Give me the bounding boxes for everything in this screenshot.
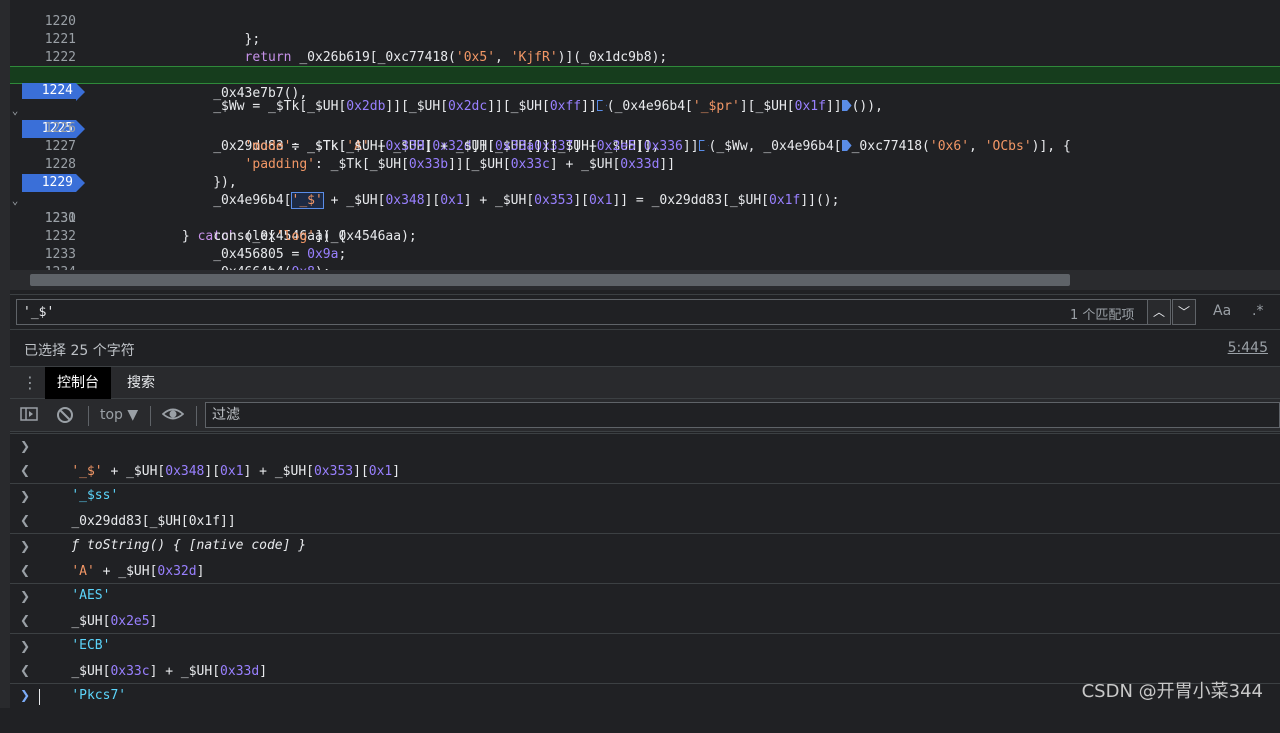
previous-match-button[interactable]: ︿: [1147, 299, 1171, 325]
input-chevron-icon: ❯: [20, 589, 31, 603]
input-chevron-icon: ❯: [20, 539, 31, 553]
console-result-row[interactable]: ❮ 'AES': [10, 558, 1280, 603]
result-arrow-icon: ❮: [20, 513, 31, 527]
toolbar-divider: [150, 406, 151, 426]
input-chevron-icon: ❯: [20, 639, 31, 653]
match-count: 1 个匹配项: [1070, 308, 1135, 323]
dropdown-arrow-icon: ▼: [127, 407, 139, 423]
context-selector[interactable]: top ▼: [100, 407, 138, 423]
context-label: top: [100, 407, 123, 423]
next-match-button[interactable]: ﹀: [1172, 299, 1196, 325]
source-search-bar: 1 个匹配项 ︿ ﹀ Aa .*: [10, 294, 1280, 328]
left-gutter-strip: [0, 0, 10, 708]
toolbar-divider: [88, 406, 89, 426]
console-input-row[interactable]: ❯ _$UH[0x2e5]: [10, 583, 1280, 629]
clear-console-icon[interactable]: [56, 406, 74, 428]
code-line[interactable]: 1222 });: [10, 31, 1280, 83]
prompt-chevron-icon: ❯: [20, 688, 31, 702]
code-line[interactable]: 1228 }),: [10, 138, 1280, 190]
filter-input[interactable]: [205, 402, 1280, 428]
watermark: CSDN @开胃小菜344: [1081, 681, 1263, 702]
chevron-up-icon: ︿: [1152, 305, 1165, 319]
input-chevron-icon: ❯: [20, 439, 31, 453]
console-toolbar: top ▼: [10, 399, 1280, 432]
code-line[interactable]: 1227 'padding': _$Tk[_$UH[0x33b]][_$UH[0…: [10, 120, 1280, 172]
editor-horizontal-scrollbar[interactable]: [10, 270, 1280, 290]
more-options-icon[interactable]: ⋮: [22, 373, 38, 392]
console-panel[interactable]: ❯ '_$' + _$UH[0x348][0x1] + _$UH[0x353][0…: [10, 433, 1280, 708]
input-chevron-icon: ❯: [20, 489, 31, 503]
code-line[interactable]: 1220 };: [10, 0, 1280, 47]
result-arrow-icon: ❮: [20, 663, 31, 677]
result-arrow-icon: ❮: [20, 563, 31, 577]
tab-search[interactable]: 搜索: [115, 367, 167, 399]
match-case-button[interactable]: Aa: [1213, 303, 1231, 319]
code-line[interactable]: 1223 _0x43e7b7(),: [10, 49, 1280, 101]
editor-status-bar: 已选择 25 个字符 5:445: [10, 329, 1280, 365]
toolbar-divider: [196, 406, 197, 426]
result-arrow-icon: ❮: [20, 463, 31, 477]
console-result-row[interactable]: ❮ '_$ss': [10, 458, 1280, 503]
text-caret: [39, 689, 40, 705]
code-line[interactable]: 1229 _0x4e96b4['_$' + _$UH[0x348][0x1] +…: [10, 156, 1280, 209]
code-line-paused[interactable]: 1224 _$Ww = _$Tk[_$UH[0x2db]][_$UH[0x2dc…: [10, 66, 1280, 114]
code-line[interactable]: 1226 'mode': _$Tk[_$UH[0x339] + _$UH[0x3…: [10, 102, 1280, 154]
console-input-row[interactable]: ❯ _$UH[0x33c] + _$UH[0x33d]: [10, 633, 1280, 679]
result-arrow-icon: ❮: [20, 613, 31, 627]
code-line[interactable]: ⌄ 1225 _0x29dd83 = _$Tk['A' + _$UH[0x32d…: [10, 84, 1280, 154]
code-editor[interactable]: 1220 }; 1221 return _0x26b619[_0xc77418(…: [10, 0, 1280, 270]
code-line[interactable]: 1232 _0x456805 = 0x9a;: [10, 210, 1280, 262]
drawer-tab-bar: ⋮ 控制台 搜索: [10, 366, 1280, 399]
tab-console[interactable]: 控制台: [45, 367, 111, 399]
eye-icon[interactable]: [161, 405, 185, 427]
search-input[interactable]: [16, 299, 1156, 325]
cursor-position-link[interactable]: 5:445: [1228, 340, 1268, 356]
chevron-down-icon: ﹀: [1177, 305, 1190, 319]
code-line[interactable]: 1221 return _0x26b619[_0xc77418('0x5', '…: [10, 13, 1280, 65]
console-input-row[interactable]: ❯ _0x29dd83[_$UH[0x1f]]: [10, 483, 1280, 529]
code-line[interactable]: 1231 console['log'](_0x4546aa);: [10, 192, 1280, 244]
code-line[interactable]: 1233 _0x4664b4(0x8);: [10, 228, 1280, 270]
scrollbar-thumb[interactable]: [30, 274, 1070, 286]
console-result-row[interactable]: ❮ 'ECB': [10, 608, 1280, 653]
sidebar-toggle-icon[interactable]: [20, 406, 38, 426]
console-input-row[interactable]: ❯ '_$' + _$UH[0x348][0x1] + _$UH[0x353][0…: [10, 433, 1280, 479]
code-line[interactable]: 1234 }: [10, 246, 1280, 270]
console-result-row[interactable]: ❮ ƒ toString() { [native code] }: [10, 508, 1280, 553]
regex-button[interactable]: .*: [1252, 303, 1263, 319]
console-input-row[interactable]: ❯ 'A' + _$UH[0x32d]: [10, 533, 1280, 579]
code-line[interactable]: ⌄ 1230 } catch (_0x4546aa) {: [10, 174, 1280, 244]
selection-info: 已选择 25 个字符: [24, 343, 135, 359]
